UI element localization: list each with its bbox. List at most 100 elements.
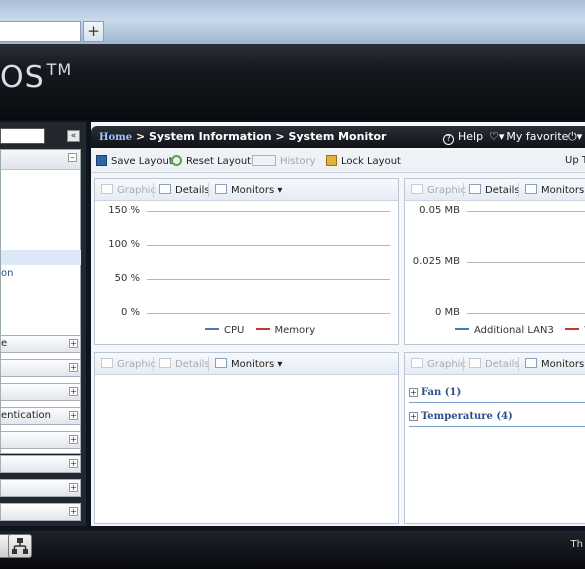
details-label: Details (175, 185, 210, 196)
details-button[interactable]: Details (159, 184, 210, 196)
details-icon (159, 358, 171, 368)
expand-icon: + (69, 363, 78, 372)
separator (208, 357, 209, 371)
monitors-icon (215, 184, 227, 194)
sidebar-item-label[interactable]: on (1, 268, 13, 279)
sidebar-search-input[interactable] (0, 128, 45, 144)
graphic-icon (411, 358, 423, 368)
legend-item: CPU (205, 325, 244, 336)
gridline (467, 313, 585, 314)
y-axis-tick: 0.05 MB (419, 205, 460, 216)
temperature-tree-item[interactable]: + Temperature (4) (409, 411, 513, 422)
save-layout-button[interactable]: Save Layout (96, 155, 173, 167)
collapse-toggle-icon[interactable]: – (68, 153, 77, 162)
details-label: Details (175, 359, 210, 370)
gridline (147, 245, 390, 246)
monitors-label: Monitors ▾ (231, 185, 283, 196)
fan-tree-item[interactable]: + Fan (1) (409, 387, 461, 398)
monitors-dropdown[interactable]: Monitors ▾ (215, 184, 282, 196)
graphic-icon (101, 358, 113, 368)
lock-layout-button[interactable]: Lock Layout (326, 155, 401, 167)
sidebar-section[interactable]: e + (0, 335, 81, 353)
favorite-link[interactable]: ♡▾ My favorite (489, 130, 568, 143)
save-icon (96, 155, 107, 166)
monitors-label: Monitors ▾ (231, 359, 283, 370)
uptime-label: Up Ti (565, 155, 585, 166)
graphic-button[interactable]: Graphic (101, 358, 156, 370)
graphic-button[interactable]: Graphic (101, 184, 156, 196)
expand-icon: + (69, 507, 78, 516)
separator (208, 183, 209, 197)
heart-icon: ♡▾ (489, 130, 505, 143)
y-axis-tick: 0 MB (434, 307, 460, 318)
lock-icon (326, 155, 337, 166)
y-axis-tick: 0 % (120, 307, 140, 318)
gridline (467, 262, 585, 263)
monitors-dropdown[interactable]: Monitors ▾ (215, 358, 282, 370)
monitors-dropdown[interactable]: Monitors ▾ (525, 358, 585, 370)
sidebar-panel-header[interactable]: – (1, 150, 80, 170)
history-icon (252, 155, 276, 166)
expand-icon[interactable]: + (409, 412, 418, 421)
details-button[interactable]: Details (469, 358, 520, 370)
sidebar-section[interactable]: + (0, 431, 81, 449)
graphic-icon (411, 184, 423, 194)
reset-layout-button[interactable]: Reset Layout (171, 155, 251, 167)
widget-toolbar: Graphic Details Monitors ▾ (95, 179, 398, 201)
network-map-button[interactable] (8, 534, 32, 558)
main-content: Home > System Information > System Monit… (91, 122, 585, 526)
legend-swatch (565, 328, 580, 330)
divider (409, 402, 585, 403)
separator (518, 183, 519, 197)
history-button[interactable]: History (252, 155, 316, 167)
monitors-icon (215, 358, 227, 368)
details-button[interactable]: Details (159, 358, 210, 370)
widget-toolbar: Graphic Details Monitors ▾ (405, 179, 585, 201)
details-button[interactable]: Details (469, 184, 520, 196)
expand-icon[interactable]: + (409, 388, 418, 397)
help-link[interactable]: ? Help (443, 130, 483, 145)
breadcrumb-home-link[interactable]: Home (99, 132, 132, 143)
sidebar-section[interactable]: + (0, 503, 81, 521)
monitors-icon (525, 184, 537, 194)
details-label: Details (485, 359, 520, 370)
new-tab-button[interactable]: + (83, 21, 104, 42)
sidebar-section[interactable]: + (0, 359, 81, 377)
sidebar: « – on e + + + entication + + + + + (0, 122, 86, 526)
app-logo: OS TM (0, 60, 72, 95)
monitors-dropdown[interactable]: Monitors ▾ (525, 184, 585, 196)
y-axis-tick: 150 % (108, 205, 140, 216)
details-label: Details (485, 185, 520, 196)
history-label: History (280, 156, 316, 167)
browser-tab[interactable] (0, 21, 81, 42)
sidebar-section[interactable]: + (0, 455, 81, 473)
sidebar-section[interactable]: entication + (0, 407, 81, 425)
browser-tab-strip: + (0, 0, 585, 44)
legend-swatch (205, 328, 219, 330)
power-icon: ⏻▾ (568, 130, 583, 143)
breadcrumb: Home > System Information > System Monit… (99, 130, 386, 143)
app-header: OS TM (0, 44, 585, 120)
bottom-taskbar: Th (0, 531, 585, 569)
legend-swatch (455, 328, 469, 330)
graphic-button[interactable]: Graphic (411, 358, 466, 370)
cpu-memory-widget: Graphic Details Monitors ▾ 150 % 100 % 5… (94, 178, 399, 345)
gridline (147, 279, 390, 280)
network-icon (12, 538, 28, 554)
legend-item: WA (565, 325, 585, 336)
graphic-label: Graphic (427, 185, 466, 196)
power-button[interactable]: ⏻▾ (568, 130, 582, 144)
sensors-widget: Graphic Details Monitors ▾ +Fan (1) +Tem… (404, 352, 585, 524)
sidebar-collapse-button[interactable]: « (67, 130, 80, 142)
sidebar-item-selected[interactable] (1, 250, 81, 265)
y-axis-tick: 100 % (108, 239, 140, 250)
details-icon (469, 358, 481, 368)
expand-icon: + (69, 459, 78, 468)
empty-widget: Graphic Details Monitors ▾ (94, 352, 399, 524)
sidebar-section[interactable]: + (0, 383, 81, 401)
graphic-button[interactable]: Graphic (411, 184, 466, 196)
sidebar-section[interactable]: + (0, 479, 81, 497)
lock-layout-label: Lock Layout (341, 156, 401, 167)
expand-icon: + (69, 435, 78, 444)
widget-toolbar: Graphic Details Monitors ▾ (95, 353, 398, 375)
